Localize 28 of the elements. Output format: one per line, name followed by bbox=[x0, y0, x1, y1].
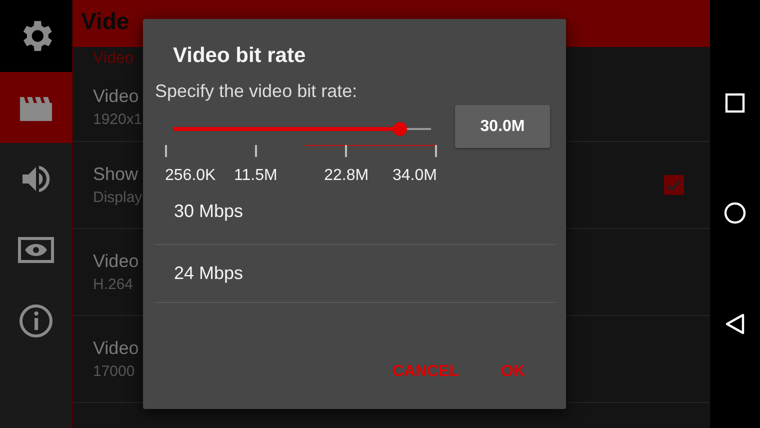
bitrate-value-field[interactable]: 30.0M bbox=[455, 105, 550, 148]
slider-thumb[interactable] bbox=[393, 122, 408, 136]
dialog-title: Video bit rate bbox=[173, 44, 306, 67]
category-subtitle: Video bbox=[93, 50, 134, 67]
preset-option[interactable]: 30 Mbps bbox=[155, 191, 555, 245]
preset-option[interactable]: 24 Mbps bbox=[155, 245, 555, 303]
info-icon bbox=[18, 302, 54, 338]
setting-title: Video bbox=[93, 251, 139, 272]
setting-title: Video bbox=[93, 86, 139, 107]
sidebar-item[interactable] bbox=[0, 72, 72, 143]
tick-label: 256.0K bbox=[165, 167, 216, 185]
sidebar-item[interactable] bbox=[0, 0, 72, 72]
tick-label: 22.8M bbox=[324, 167, 369, 185]
setting-title: Video bbox=[93, 338, 139, 359]
setting-title: Show bbox=[93, 164, 138, 185]
tick-label: 34.0M bbox=[392, 167, 437, 185]
setting-summary: Display bbox=[93, 189, 142, 206]
home-button[interactable] bbox=[724, 202, 746, 224]
setting-summary: 1920x1 bbox=[93, 111, 142, 128]
setting-summary: H.264 bbox=[93, 276, 134, 293]
tick-label: 11.5M bbox=[234, 167, 278, 185]
eye-icon bbox=[18, 236, 54, 262]
screen-title: Vide bbox=[81, 8, 130, 35]
dialog-message: Specify the video bit rate: bbox=[155, 81, 358, 101]
setting-summary: 17000 bbox=[93, 363, 135, 380]
back-button[interactable] bbox=[725, 313, 745, 336]
checkbox[interactable] bbox=[664, 175, 684, 195]
recents-button[interactable] bbox=[725, 92, 745, 113]
